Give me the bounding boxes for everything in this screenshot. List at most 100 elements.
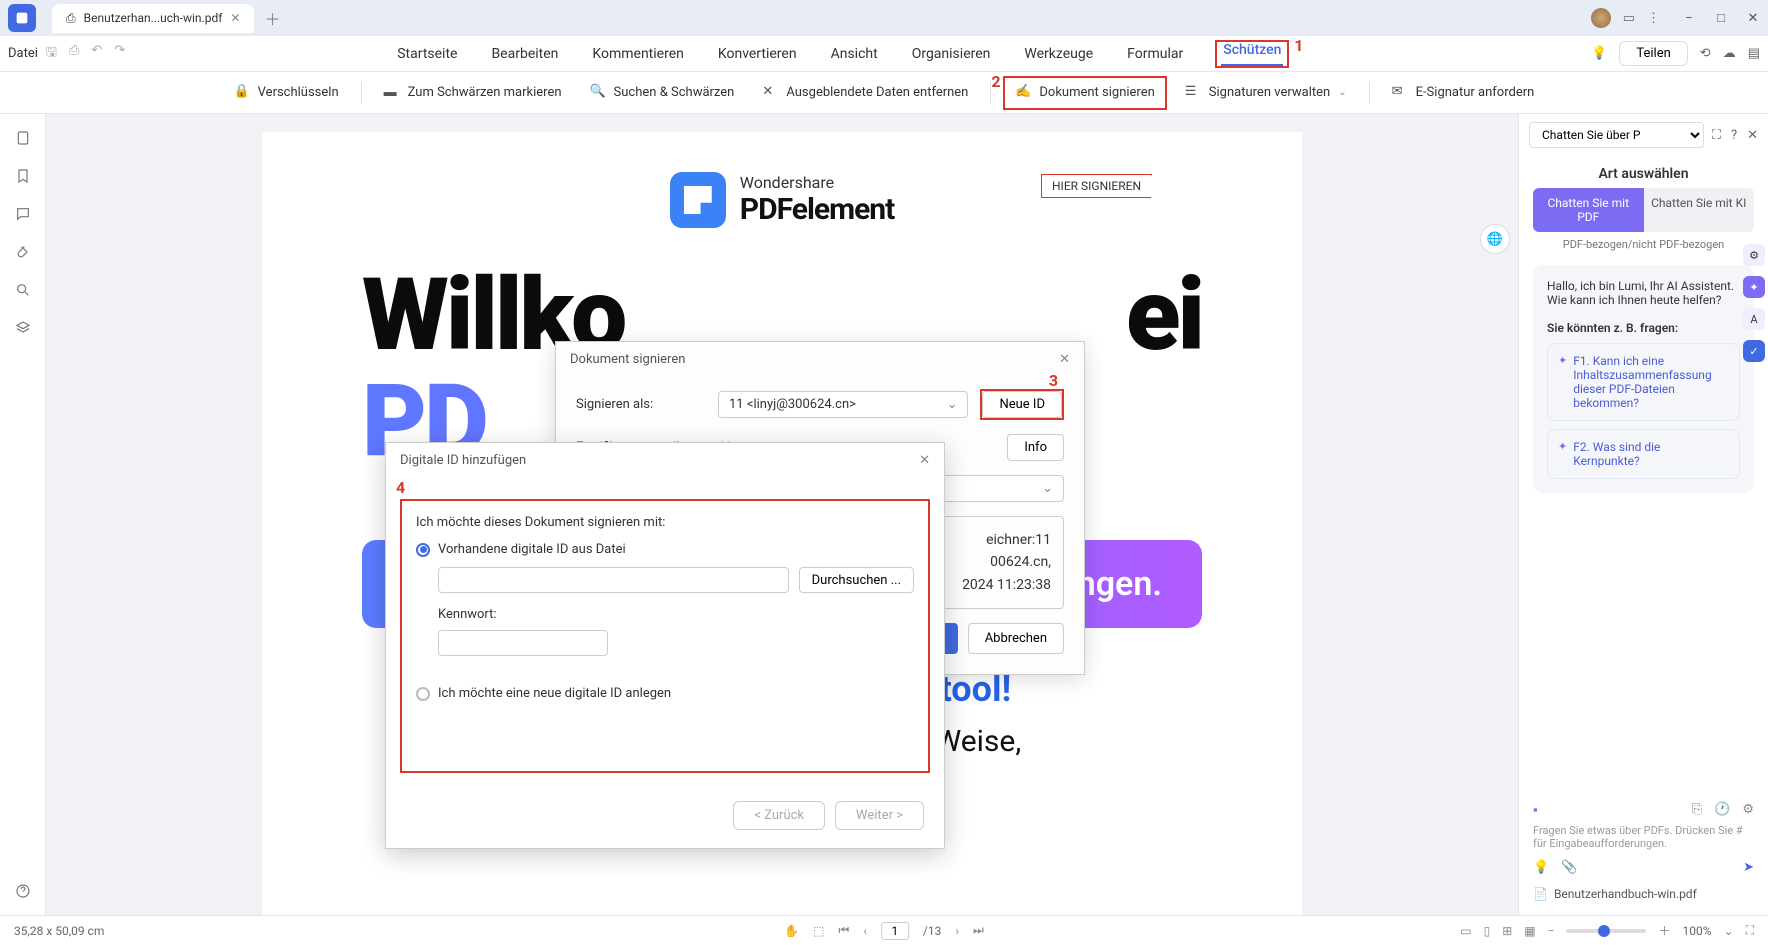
calendar-icon[interactable]: ▤ xyxy=(1748,46,1760,61)
zoom-level: 100% xyxy=(1683,924,1712,938)
first-page-icon[interactable]: ⏮ xyxy=(839,923,850,938)
check-icon[interactable]: ✓ xyxy=(1743,340,1765,362)
layers-icon[interactable] xyxy=(15,320,31,336)
next-button[interactable]: Weiter > xyxy=(835,801,924,830)
translate-icon[interactable]: 🌐 xyxy=(1480,224,1510,254)
back-button[interactable]: < Zurück xyxy=(733,801,825,830)
settings-icon[interactable]: ⚙ xyxy=(1742,802,1754,818)
info-button[interactable]: Info xyxy=(1007,434,1064,461)
avatar[interactable] xyxy=(1591,8,1611,28)
undo-icon[interactable]: ↶ xyxy=(91,43,102,65)
suggestion-2[interactable]: F2. Was sind die Kernpunkte? xyxy=(1547,429,1740,479)
dialog1-close-icon[interactable]: ✕ xyxy=(1059,352,1070,367)
tab-startseite[interactable]: Startseite xyxy=(395,40,459,68)
tab-konvertieren[interactable]: Konvertieren xyxy=(716,40,799,68)
comments-icon[interactable] xyxy=(15,206,31,222)
file-menu[interactable]: Datei xyxy=(8,46,38,61)
bulb-icon[interactable]: 💡 xyxy=(1533,860,1549,875)
page-number-input[interactable] xyxy=(881,922,909,940)
opt2-label: Ich möchte eine neue digitale ID anlegen xyxy=(438,686,671,701)
document-tab[interactable]: ⎙ Benutzerhan...uch-win.pdf ✕ xyxy=(52,4,254,33)
attached-file[interactable]: 📄 Benutzerhandbuch-win.pdf xyxy=(1533,887,1754,901)
minimize-button[interactable]: − xyxy=(1682,11,1696,25)
toggle-chat-pdf[interactable]: Chatten Sie mit PDF xyxy=(1533,188,1644,232)
radio-existing[interactable] xyxy=(416,543,430,557)
attachments-icon[interactable] xyxy=(15,244,31,260)
ai-icon[interactable]: ✦ xyxy=(1743,276,1765,298)
sync-icon[interactable]: ⟲ xyxy=(1700,46,1711,61)
zoom-in-icon[interactable]: ＋ xyxy=(1658,922,1670,939)
more-icon[interactable]: ⋮ xyxy=(1647,11,1660,26)
annotation-1: 1 xyxy=(1294,36,1303,55)
tool-remove-hidden[interactable]: ✕Ausgeblendete Daten entfernen xyxy=(752,78,978,108)
share-button[interactable]: Teilen xyxy=(1619,41,1687,66)
browse-button[interactable]: Durchsuchen ... xyxy=(799,567,914,593)
suggestion-1[interactable]: F1. Kann ich eine Inhaltszusammenfassung… xyxy=(1547,343,1740,421)
send-button[interactable]: ➤ xyxy=(1743,860,1754,875)
attach-icon[interactable]: 📎 xyxy=(1561,860,1577,875)
app-icon[interactable] xyxy=(8,4,36,32)
view-mode-1-icon[interactable]: ▭ xyxy=(1460,924,1471,938)
close-tab-icon[interactable]: ✕ xyxy=(230,11,240,25)
tab-schuetzen[interactable]: Schützen xyxy=(1221,36,1283,66)
toggle-chat-ai[interactable]: Chatten Sie mit KI xyxy=(1644,188,1755,232)
tab-ansicht[interactable]: Ansicht xyxy=(829,40,880,68)
close-window-button[interactable]: ✕ xyxy=(1746,11,1760,25)
tool-request-esign[interactable]: ✉E-Signatur anfordern xyxy=(1382,78,1545,108)
add-tab-button[interactable]: ＋ xyxy=(264,6,280,30)
chat-scope-select[interactable]: Chatten Sie über P xyxy=(1529,122,1704,148)
prev-page-icon[interactable]: ‹ xyxy=(863,924,867,938)
zoom-slider[interactable] xyxy=(1566,929,1646,933)
view-mode-4-icon[interactable]: ▦ xyxy=(1524,924,1535,938)
password-input[interactable] xyxy=(438,630,608,656)
menubar: Datei 🖫 ⎙ ↶ ↷ Startseite Bearbeiten Komm… xyxy=(0,36,1768,72)
bookmarks-icon[interactable] xyxy=(15,168,31,184)
history-icon[interactable]: 🕐 xyxy=(1714,802,1730,818)
tool-mark-redact[interactable]: ▬Zum Schwärzen markieren xyxy=(374,78,572,108)
cloud-icon[interactable]: ☁ xyxy=(1723,46,1736,61)
new-id-button[interactable]: Neue ID xyxy=(982,391,1062,418)
tab-organisieren[interactable]: Organisieren xyxy=(910,40,993,68)
option-existing-id[interactable]: Vorhandene digitale ID aus Datei xyxy=(416,542,914,557)
sign-as-select[interactable]: 11 <linyj@300624.cn>⌄ xyxy=(718,391,968,418)
thumbnails-icon[interactable] xyxy=(15,130,31,146)
tab-formular[interactable]: Formular xyxy=(1125,40,1185,68)
file-path-input[interactable] xyxy=(438,567,789,593)
radio-new[interactable] xyxy=(416,687,430,701)
help-icon[interactable]: ? xyxy=(1731,128,1737,143)
chat-icon[interactable]: ▪ xyxy=(1533,802,1538,818)
copy-icon[interactable]: ⎘ xyxy=(1692,802,1702,818)
expand-icon[interactable]: ⛶ xyxy=(1712,128,1721,143)
chat-icon[interactable]: ▭ xyxy=(1623,11,1635,26)
view-mode-3-icon[interactable]: ⊞ xyxy=(1502,924,1512,938)
doc-icon[interactable]: A xyxy=(1743,308,1765,330)
tab-bearbeiten[interactable]: Bearbeiten xyxy=(489,40,560,68)
maximize-button[interactable]: □ xyxy=(1714,11,1728,25)
bulb-icon[interactable]: 💡 xyxy=(1591,46,1607,61)
save-icon[interactable]: 🖫 xyxy=(46,43,57,65)
option-new-id[interactable]: Ich möchte eine neue digitale ID anlegen xyxy=(416,686,914,701)
tab-kommentieren[interactable]: Kommentieren xyxy=(590,40,685,68)
view-mode-2-icon[interactable]: ▯ xyxy=(1484,924,1491,938)
print-icon[interactable]: ⎙ xyxy=(69,43,79,65)
close-panel-icon[interactable]: ✕ xyxy=(1747,128,1758,143)
tool-encrypt[interactable]: 🔒Verschlüsseln xyxy=(224,78,349,108)
dialog2-close-icon[interactable]: ✕ xyxy=(919,453,930,468)
sign-as-label: Signieren als: xyxy=(576,397,706,412)
hand-tool-icon[interactable]: ✋ xyxy=(784,924,799,938)
tool-sign-document[interactable]: ✍Dokument signieren xyxy=(1005,78,1164,108)
search-icon[interactable] xyxy=(15,282,31,298)
sign-here-callout[interactable]: HIER SIGNIEREN xyxy=(1041,174,1152,198)
next-page-icon[interactable]: › xyxy=(955,924,959,938)
last-page-icon[interactable]: ⏭ xyxy=(973,923,984,938)
tab-werkzeuge[interactable]: Werkzeuge xyxy=(1022,40,1095,68)
adjust-icon[interactable]: ⚙ xyxy=(1743,244,1765,266)
tool-search-redact[interactable]: 🔍Suchen & Schwärzen xyxy=(580,78,745,108)
zoom-out-icon[interactable]: − xyxy=(1548,924,1555,938)
cancel-button[interactable]: Abbrechen xyxy=(968,623,1064,654)
redo-icon[interactable]: ↷ xyxy=(114,43,125,65)
help-icon[interactable] xyxy=(15,883,31,899)
fullscreen-icon[interactable]: ⛶ xyxy=(1746,923,1754,938)
select-tool-icon[interactable]: ⬚ xyxy=(813,924,824,938)
tool-manage-signatures[interactable]: ☰Signaturen verwalten xyxy=(1175,78,1357,108)
